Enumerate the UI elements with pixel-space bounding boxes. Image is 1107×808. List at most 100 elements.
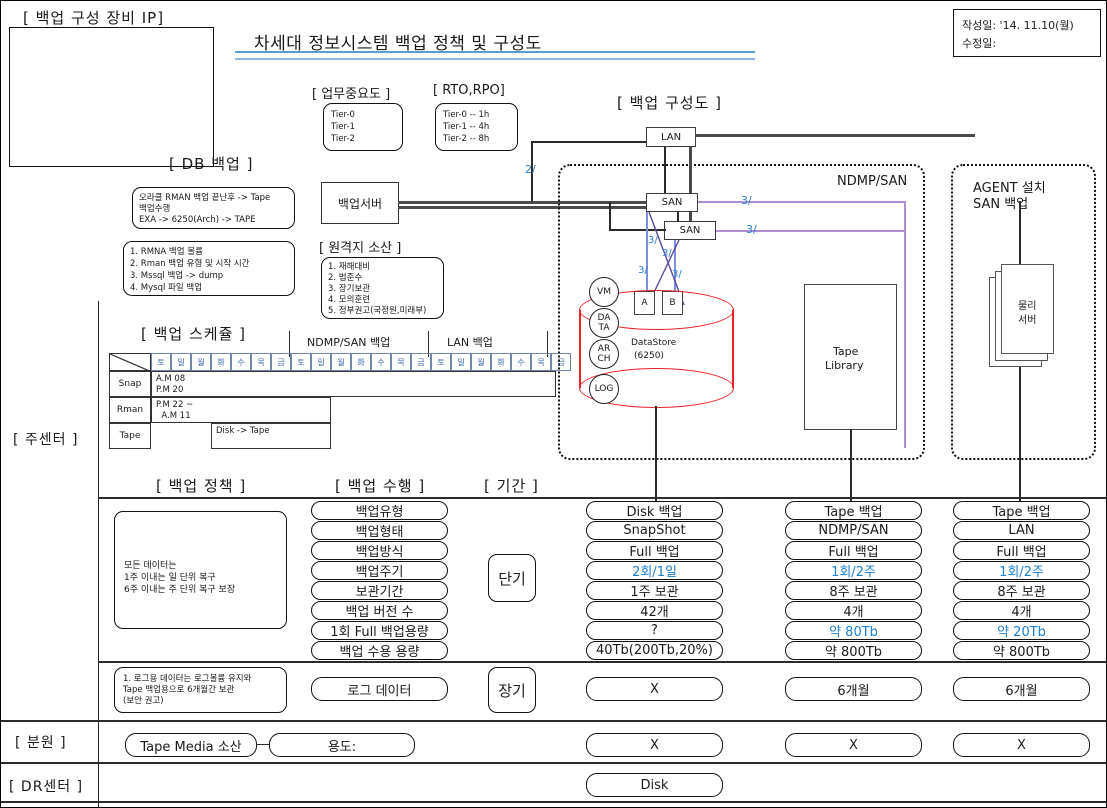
value-cell: 40Tb(200Tb,20%) <box>586 641 723 660</box>
bottom-left-divider <box>98 720 100 807</box>
tape-library-box: Tape Library <box>804 284 897 430</box>
link-label-3d: 3/ <box>662 248 672 259</box>
log-value-tape-ndmp: 6개월 <box>785 677 922 701</box>
schedule-day-header: 토 <box>431 353 451 371</box>
physical-server-box: 물리 서버 <box>1001 264 1054 354</box>
tape-library-label-2: Library <box>825 359 864 372</box>
datastore-down-line <box>655 406 657 501</box>
log-policy-line-1: Tape 백업용으로 6개월간 보관 <box>123 685 235 695</box>
purple-link-bottom <box>716 230 906 232</box>
title-rule-1 <box>235 51 755 53</box>
schedule-day-header: 토 <box>151 353 171 371</box>
policy-line-2: 6주 이내는 주 단위 복구 보장 <box>124 585 236 595</box>
link-label-2: 2/ <box>525 163 536 176</box>
physical-server-label-2: 서버 <box>1018 315 1037 326</box>
value-cell: 1회/2주 <box>785 561 922 580</box>
schedule-day-header: 월 <box>191 353 211 371</box>
value-cell: 4개 <box>785 601 922 620</box>
schedule-day-header: 수 <box>371 353 391 371</box>
schedule-day-header: 화 <box>211 353 231 371</box>
schedule-row-label: Snap <box>109 371 151 397</box>
circle-log: LOG <box>589 374 619 404</box>
db-list-line-0: 1. RMNA 백업 볼륨 <box>130 247 203 257</box>
value-cell: Tape 백업 <box>953 501 1090 520</box>
title-rule-2 <box>235 58 755 60</box>
rto-line-0: Tier-0 -- 1h <box>443 110 490 120</box>
value-cell: 2회/1일 <box>586 561 723 580</box>
schedule-day-header: 목 <box>251 353 271 371</box>
backup-policy-box: 모든 데이터는 1주 이내는 일 단위 복구 6주 이내는 주 단위 복구 보장 <box>114 511 287 629</box>
rto-line-1: Tier-1 -- 4h <box>443 122 490 132</box>
db-backup-note-box: 오라클 RMAN 백업 끝난후 -> Tape 백업수행 EXA -> 6250… <box>132 187 295 229</box>
tier-line-2: Tier-2 <box>331 134 355 144</box>
schedule-row-label: Tape <box>109 423 151 449</box>
schedule-day-header: 일 <box>311 353 331 371</box>
link-label-3e: 3/ <box>638 265 648 276</box>
table-rule-mid <box>98 661 1106 663</box>
revision-label: 수정일: <box>962 37 997 50</box>
purple-link-down <box>904 201 906 448</box>
table-rule-top <box>98 497 1106 499</box>
schedule-group-label-1: LAN 백업 <box>447 336 493 349</box>
log-policy-box: 1. 로그용 데이터는 로그볼륨 유지와 Tape 백업용으로 6개월간 보관 … <box>114 667 287 713</box>
table-rule-branch <box>1 720 1106 722</box>
tape-library-label-1: Tape <box>833 345 859 358</box>
db-list-line-3: 4. Mysql 파일 백업 <box>130 283 203 293</box>
value-cell: 1주 보관 <box>586 581 723 600</box>
section-header-equipment-ip: [ 백업 구성 장비 IP] <box>23 9 165 27</box>
physical-server-label-1: 물리 <box>1018 301 1037 312</box>
schedule-day-header: 금 <box>271 353 291 371</box>
branch-item-tape-media: Tape Media 소산 <box>125 733 257 757</box>
exec-row-label: 보관기간 <box>311 581 448 600</box>
section-header-business-priority: [ 업무중요도 ] <box>312 87 391 102</box>
value-cell: Tape 백업 <box>785 501 922 520</box>
ndmp-san-label: NDMP/SAN <box>837 174 908 189</box>
rto-rpo-box: Tier-0 -- 1h Tier-1 -- 4h Tier-2 -- 8h <box>435 103 518 151</box>
period-short-box: 단기 <box>488 554 536 602</box>
schedule-day-header: 일 <box>451 353 471 371</box>
link-server-lan-horizontal <box>531 141 646 143</box>
schedule-day-header: 월 <box>471 353 491 371</box>
tier-line-0: Tier-0 <box>331 110 355 120</box>
db-note-line-2: EXA -> 6250(Arch) -> TAPE <box>139 215 256 225</box>
db-note-line-0: 오라클 RMAN 백업 끝난후 -> Tape <box>139 193 271 203</box>
db-backup-list-box: 1. RMNA 백업 볼륨 2. Rman 백업 유형 및 시작 시간 3. M… <box>123 241 295 296</box>
exec-row-label: 백업유형 <box>311 501 448 520</box>
branch-value-disk: X <box>586 733 723 757</box>
lan-to-san-line <box>664 147 666 193</box>
datastore-label-2: (6250) <box>634 351 664 361</box>
db-note-line-1: 백업수행 <box>139 204 171 214</box>
value-cell: 약 80Tb <box>785 621 922 640</box>
dr-value-disk: Disk <box>586 773 723 797</box>
branch-item-usage: 용도: <box>269 733 415 757</box>
value-cell: 8주 보관 <box>953 581 1090 600</box>
table-rule-dr <box>1 762 1106 764</box>
remote-line-3: 4. 모의훈련 <box>328 295 371 305</box>
diagram-page: [ 백업 구성 장비 IP] 차세대 정보시스템 백업 정책 및 구성도 작성일… <box>0 0 1107 808</box>
log-policy-line-0: 1. 로그용 데이터는 로그볼륨 유지와 <box>123 674 252 684</box>
section-header-backup-diagram: [ 백업 구성도 ] <box>617 94 723 112</box>
db-list-line-2: 3. Mssql 백업 -> dump <box>130 271 224 281</box>
table-rule-bottom <box>1 801 1106 803</box>
value-cell: 42개 <box>586 601 723 620</box>
value-cell: 1회/2주 <box>953 561 1090 580</box>
purple-link-top <box>698 201 906 203</box>
tape-library-down-line <box>850 429 852 501</box>
section-header-backup-exec: [ 백업 수행 ] <box>335 477 426 495</box>
schedule-day-header: 화 <box>351 353 371 371</box>
schedule-day-header: 목 <box>391 353 411 371</box>
value-cell: LAN <box>953 521 1090 540</box>
remote-site-box: 1. 재해대비 2. 법준수 3. 장기보관 4. 모의훈련 5. 정부권고(국… <box>321 257 444 319</box>
exec-row-label: 백업 수용 용량 <box>311 641 448 660</box>
value-cell: 8주 보관 <box>785 581 922 600</box>
schedule-day-header: 화 <box>491 353 511 371</box>
datastore-label-1: DataStore <box>631 338 677 348</box>
date-label: 작성일: '14. 11.10(월) <box>962 19 1074 32</box>
date-box: 작성일: '14. 11.10(월) 수정일: <box>953 9 1101 57</box>
value-cell: 약 800Tb <box>953 641 1090 660</box>
lan-box: LAN <box>646 127 696 147</box>
rto-line-2: Tier-2 -- 8h <box>443 134 490 144</box>
schedule-day-header: 금 <box>411 353 431 371</box>
schedule-day-header: 수 <box>231 353 251 371</box>
circle-arch: AR CH <box>589 339 619 369</box>
